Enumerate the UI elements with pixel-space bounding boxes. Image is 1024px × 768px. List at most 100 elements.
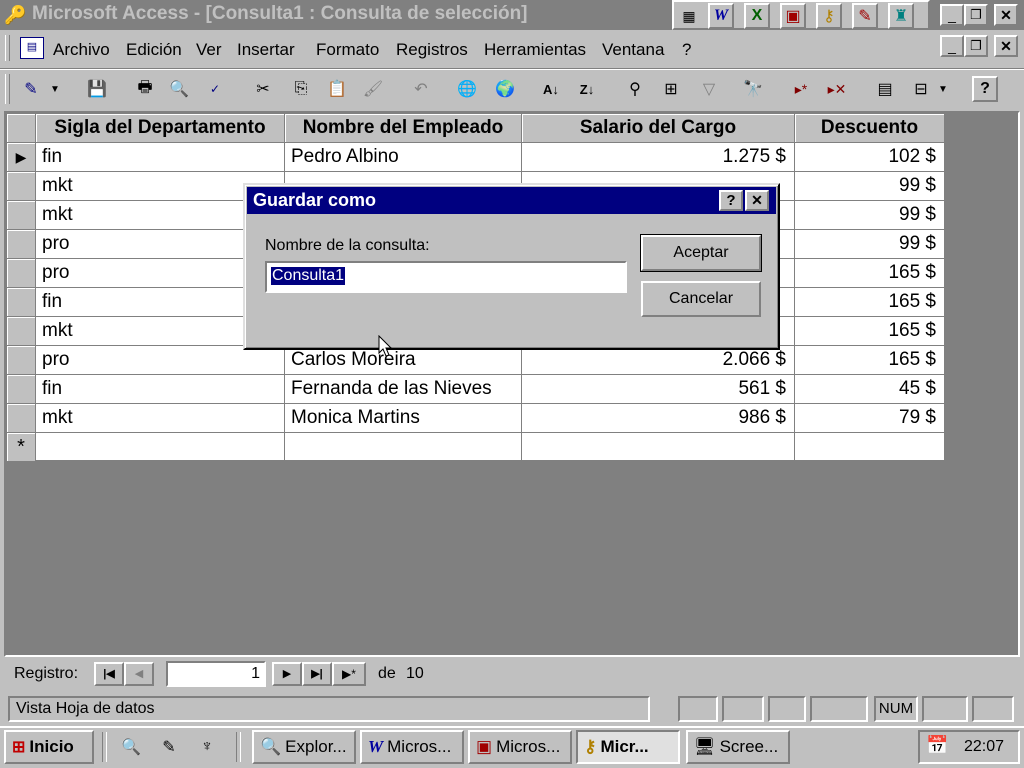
first-record-button[interactable]: |◀ <box>94 662 124 686</box>
table-cell[interactable]: 165 $ <box>795 288 945 317</box>
table-cell[interactable]: 99 $ <box>795 230 945 259</box>
excel-icon[interactable]: X <box>744 3 770 29</box>
table-cell[interactable]: pro <box>36 346 285 375</box>
table-cell[interactable]: Monica Martins <box>285 404 522 433</box>
menu-edicion[interactable]: Edición <box>126 39 182 61</box>
table-cell[interactable]: 79 $ <box>795 404 945 433</box>
task-screen[interactable]: 🖥 Scree... <box>686 730 790 764</box>
table-cell[interactable]: 99 $ <box>795 172 945 201</box>
filter-by-form-icon[interactable]: ⊞ <box>658 76 684 102</box>
column-header[interactable]: Descuento <box>795 114 945 143</box>
row-selector[interactable]: ▶ <box>7 143 36 172</box>
new-record-icon[interactable]: ▸* <box>788 76 814 102</box>
table-cell[interactable]: 102 $ <box>795 143 945 172</box>
explorer-quicklaunch-icon[interactable]: 🔍 <box>118 734 144 760</box>
sort-descending-icon[interactable]: Z↓ <box>574 76 600 102</box>
datasheet-doc-icon[interactable]: ▤ <box>20 37 44 59</box>
task-explorer[interactable]: 🔍 Explor... <box>252 730 356 764</box>
menu-herramientas[interactable]: Herramientas <box>484 39 586 61</box>
ok-button[interactable]: Aceptar <box>640 234 762 272</box>
table-cell[interactable]: 1.275 $ <box>522 143 795 172</box>
new-row-cell[interactable] <box>36 433 285 462</box>
table-cell[interactable]: Pedro Albino <box>285 143 522 172</box>
menu-ventana[interactable]: Ventana <box>602 39 664 61</box>
table-cell[interactable]: 45 $ <box>795 375 945 404</box>
start-button[interactable]: ⊞ Inicio <box>4 730 94 764</box>
word-icon[interactable]: W <box>708 3 734 29</box>
menu-ver[interactable]: Ver <box>196 39 222 61</box>
column-header[interactable]: Nombre del Empleado <box>285 114 522 143</box>
row-selector[interactable] <box>7 288 36 317</box>
task-powerpoint[interactable]: ▣ Micros... <box>468 730 572 764</box>
task-word[interactable]: W Micros... <box>360 730 464 764</box>
column-header[interactable]: Salario del Cargo <box>522 114 795 143</box>
doc-close-button[interactable]: ✕ <box>994 35 1018 57</box>
find-icon[interactable]: 🔭 <box>740 76 766 102</box>
table-cell[interactable]: 99 $ <box>795 201 945 230</box>
table-cell[interactable]: 165 $ <box>795 259 945 288</box>
table-cell[interactable]: 986 $ <box>522 404 795 433</box>
binder-icon[interactable]: ✎ <box>852 3 878 29</box>
spelling-icon[interactable]: ✓ <box>202 76 228 102</box>
table-cell[interactable]: 165 $ <box>795 317 945 346</box>
minimize-button[interactable]: _ <box>940 4 964 26</box>
cut-icon[interactable]: ✂ <box>250 76 276 102</box>
new-object-dropdown-icon[interactable]: ▼ <box>936 76 950 102</box>
print-preview-icon[interactable]: 🔍 <box>166 76 192 102</box>
outlook-quicklaunch-icon[interactable]: ✎ <box>156 734 182 760</box>
table-cell[interactable]: mkt <box>36 404 285 433</box>
dialog-help-button[interactable]: ? <box>719 190 743 211</box>
desktop-quicklaunch-icon[interactable]: ♆ <box>194 734 220 760</box>
access-icon[interactable]: ⚷ <box>816 3 842 29</box>
current-record-field[interactable]: 1 <box>166 661 266 687</box>
scheduler-tray-icon[interactable]: 📅 <box>926 735 948 756</box>
sort-ascending-icon[interactable]: A↓ <box>538 76 564 102</box>
view-icon[interactable]: ✎ <box>18 76 44 102</box>
row-selector[interactable] <box>7 404 36 433</box>
new-row-cell[interactable] <box>522 433 795 462</box>
table-cell[interactable]: 561 $ <box>522 375 795 404</box>
table-cell[interactable]: fin <box>36 143 285 172</box>
scheduler-icon[interactable]: ♜ <box>888 3 914 29</box>
row-selector[interactable] <box>7 375 36 404</box>
dialog-close-button[interactable]: ✕ <box>745 190 769 211</box>
cancel-button[interactable]: Cancelar <box>641 281 761 317</box>
filter-by-selection-icon[interactable]: ⚲ <box>622 76 648 102</box>
menu-help[interactable]: ? <box>682 39 691 61</box>
row-selector[interactable] <box>7 317 36 346</box>
row-selector[interactable] <box>7 259 36 288</box>
new-row-cell[interactable] <box>285 433 522 462</box>
row-selector[interactable] <box>7 172 36 201</box>
table-cell[interactable]: fin <box>36 375 285 404</box>
delete-record-icon[interactable]: ▸✕ <box>824 76 850 102</box>
table-cell[interactable]: Carlos Moreira <box>285 346 522 375</box>
menu-archivo[interactable]: Archivo <box>53 39 110 61</box>
office-logo-icon[interactable]: ▦ <box>676 3 702 29</box>
copy-icon[interactable]: ⎘ <box>288 76 314 102</box>
menu-insertar[interactable]: Insertar <box>237 39 295 61</box>
query-name-input[interactable]: Consulta1 <box>265 261 627 293</box>
new-record-button[interactable]: ▶* <box>332 662 366 686</box>
new-row-cell[interactable] <box>795 433 945 462</box>
task-access[interactable]: ⚷ Micr... <box>576 730 680 764</box>
table-cell[interactable]: Fernanda de las Nieves <box>285 375 522 404</box>
table-cell[interactable]: 2.066 $ <box>522 346 795 375</box>
powerpoint-icon[interactable]: ▣ <box>780 3 806 29</box>
restore-button[interactable]: ❐ <box>964 4 988 26</box>
row-selector[interactable] <box>7 346 36 375</box>
paste-icon[interactable]: 📋 <box>324 76 350 102</box>
save-icon[interactable]: 💾 <box>84 76 110 102</box>
office-assistant-icon[interactable]: ? <box>972 76 998 102</box>
web-toolbar-icon[interactable]: 🌍 <box>492 76 518 102</box>
row-selector[interactable] <box>7 230 36 259</box>
new-object-icon[interactable]: ⊟ <box>908 76 934 102</box>
menu-registros[interactable]: Registros <box>396 39 468 61</box>
row-selector[interactable] <box>7 201 36 230</box>
print-icon[interactable]: 🖶 <box>132 76 158 102</box>
close-button[interactable]: ✕ <box>994 4 1018 26</box>
view-dropdown-icon[interactable]: ▼ <box>48 76 62 102</box>
table-cell[interactable]: 165 $ <box>795 346 945 375</box>
database-window-icon[interactable]: ▤ <box>872 76 898 102</box>
next-record-button[interactable]: ▶ <box>272 662 302 686</box>
access-key-icon[interactable]: 🔑 <box>4 4 26 26</box>
